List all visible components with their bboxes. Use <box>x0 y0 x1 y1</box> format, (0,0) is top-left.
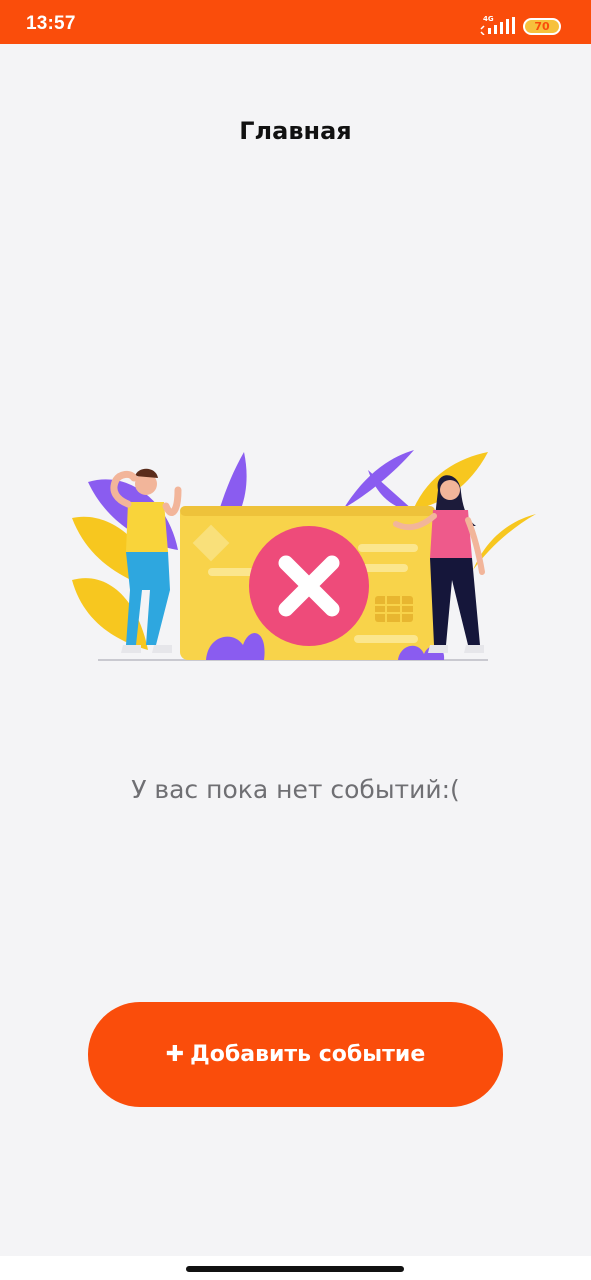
signal-icon <box>480 17 515 35</box>
add-event-label: Добавить событие <box>190 1042 426 1067</box>
battery-level: 70 <box>534 20 550 33</box>
home-indicator[interactable] <box>186 1266 404 1272</box>
battery-icon: 70 <box>523 18 561 35</box>
add-event-button[interactable]: ✚ Добавить событие <box>88 1002 503 1107</box>
status-time: 13:57 <box>26 13 76 34</box>
page-title: Главная <box>239 117 352 145</box>
empty-state-message: У вас пока нет событий:( <box>131 775 460 804</box>
plus-icon: ✚ <box>165 1041 185 1067</box>
app-screen: 13:57 4G 70 Главная У вас пока нет событ… <box>0 0 591 1280</box>
empty-events-illustration <box>72 450 536 661</box>
